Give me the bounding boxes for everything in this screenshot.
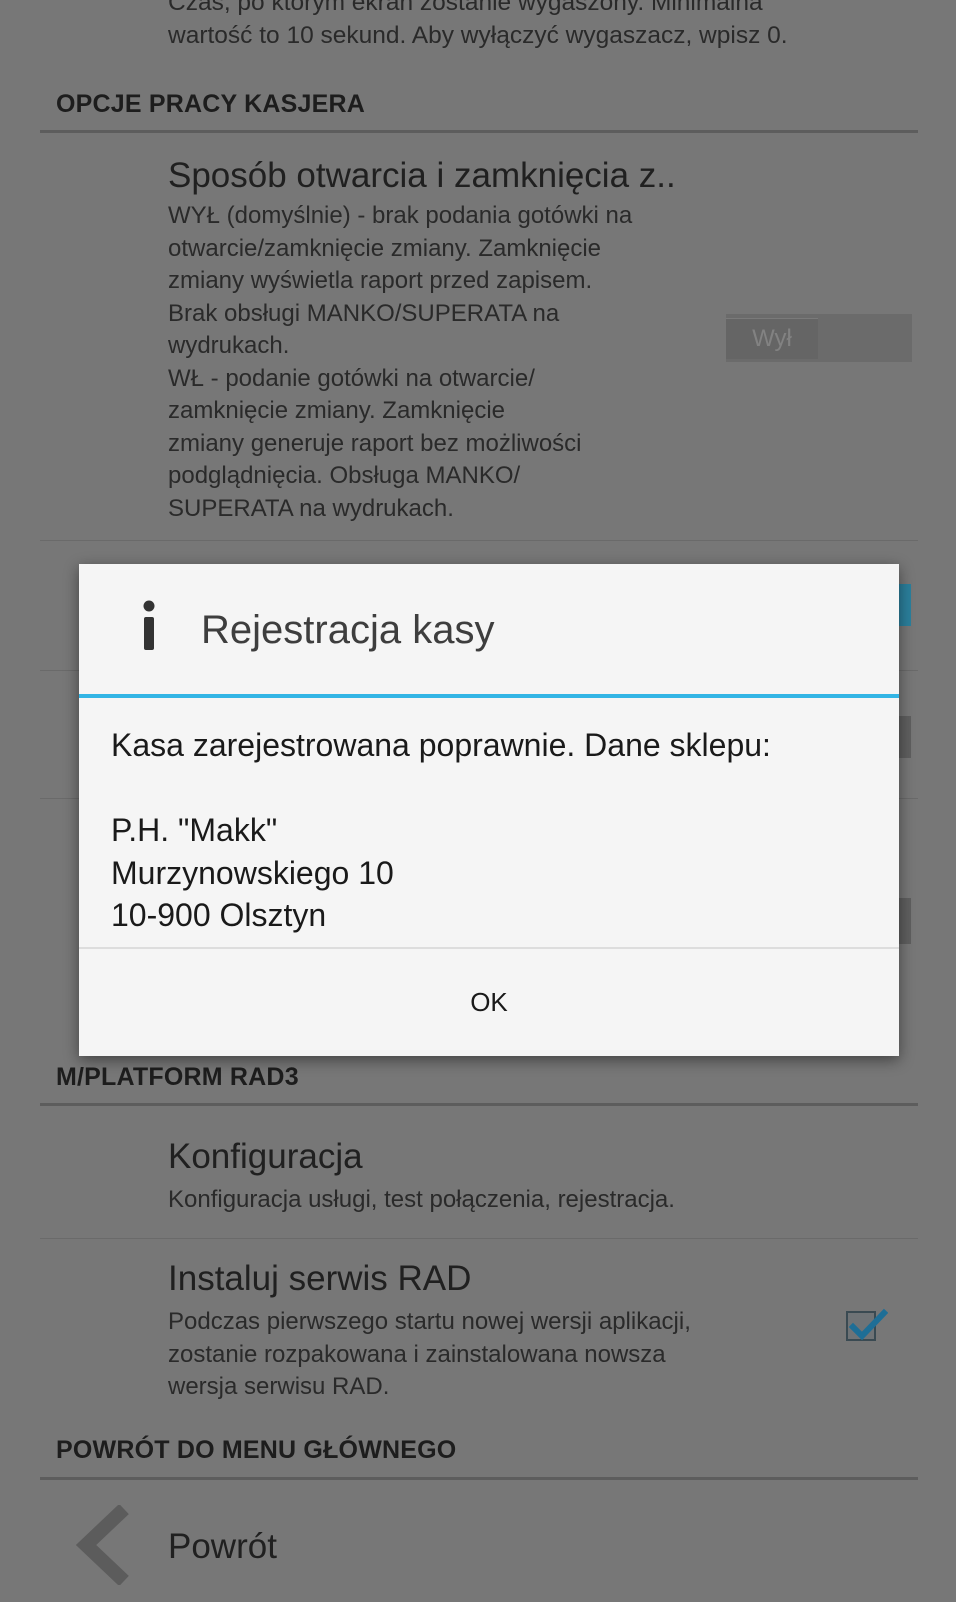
item-divider (40, 1238, 918, 1239)
screensaver-summary-line2: wartość to 10 sekund. Aby wyłączyć wygas… (168, 21, 788, 49)
shift-mode-toggle[interactable]: Wył (726, 314, 912, 362)
dialog-title-divider (79, 694, 899, 698)
toggle-thumb: Wył (726, 318, 818, 359)
ok-button[interactable]: OK (79, 949, 899, 1056)
summary-line: WŁ - podanie gotówki na otwarcie/ (168, 364, 535, 392)
summary-line: otwarcie/zamknięcie zmiany. Zamknięcie (168, 234, 602, 262)
dialog-title: Rejestracja kasy (201, 608, 495, 652)
pref-title-shift-mode: Sposób otwarcia i zamknięcia z.. (168, 156, 676, 195)
install-rad-checkbox[interactable] (846, 1308, 888, 1341)
summary-line: zmiany generuje raport bez możliwości (168, 429, 582, 457)
summary-line: zmiany wyświetla raport przed zapisem. (168, 267, 593, 294)
dialog-message: Kasa zarejestrowana poprawnie. Dane skle… (111, 727, 771, 933)
summary-line: WYŁ (domyślnie) - brak podania gotówki n… (168, 202, 633, 229)
summary-line: zamknięcie zmiany. Zamknięcie (168, 397, 505, 424)
summary-line: SUPERATA na wydrukach. (168, 494, 454, 522)
info-icon (143, 600, 155, 650)
pref-summary-configuration: Konfiguracja usługi, test połączenia, re… (168, 1186, 675, 1213)
summary-line: wydrukach. (168, 332, 290, 359)
pref-title-back: Powrót (168, 1527, 277, 1566)
summary-line: podglądnięcia. Obsługa MANKO/ (168, 462, 521, 489)
pref-summary-install-rad: Podczas pierwszego startu nowej wersji a… (168, 1306, 808, 1404)
section-header-cashier: OPCJE PRACY KASJERA (56, 90, 365, 118)
back-chevron-icon (76, 1505, 129, 1585)
hidden-widget (899, 584, 911, 626)
item-divider (40, 540, 918, 541)
check-icon (848, 1308, 888, 1341)
pref-summary-shift-mode: WYŁ (domyślnie) - brak podania gotówki n… (168, 200, 708, 525)
hidden-widget (899, 716, 911, 758)
summary-line: zostanie rozpakowana i zainstalowana now… (168, 1340, 666, 1368)
pref-title-install-rad: Instaluj serwis RAD (168, 1259, 472, 1298)
section-header-rad: M/PLATFORM RAD3 (56, 1063, 299, 1091)
section-divider (40, 130, 918, 133)
section-divider (40, 1103, 918, 1106)
hidden-widget (899, 898, 911, 944)
summary-line: wersja serwisu RAD. (168, 1373, 390, 1400)
screensaver-summary: Czas, po którym ekran zostanie wygaszony… (168, 0, 928, 52)
screensaver-summary-line1: Czas, po którym ekran zostanie wygaszony… (168, 0, 763, 16)
section-divider (40, 1477, 918, 1480)
summary-line: Podczas pierwszego startu nowej wersji a… (168, 1308, 691, 1335)
registration-dialog: Rejestracja kasy Kasa zarejestrowana pop… (79, 564, 899, 1056)
pref-title-configuration: Konfiguracja (168, 1137, 363, 1176)
section-header-back: POWRÓT DO MENU GŁÓWNEGO (56, 1436, 457, 1464)
summary-line: Brak obsługi MANKO/SUPERATA na (168, 299, 560, 327)
